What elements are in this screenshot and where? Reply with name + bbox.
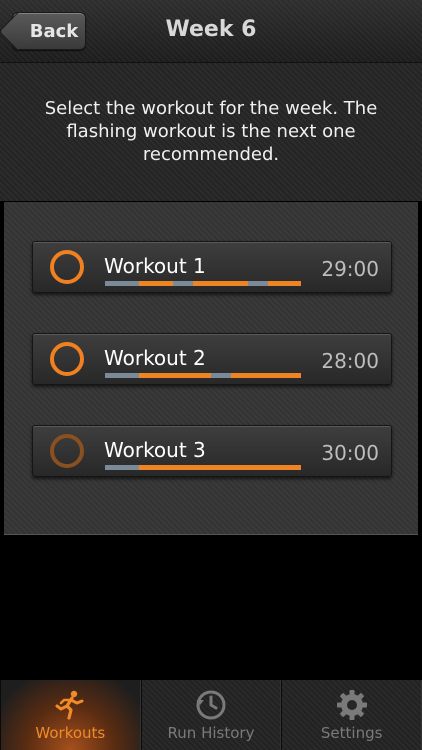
walk-segment [105, 281, 139, 286]
workout-status-ring-icon [50, 434, 84, 468]
walk-segment [105, 465, 139, 470]
intro-text: Select the workout for the week. The fla… [44, 98, 378, 165]
tab-label: Run History [167, 724, 255, 742]
workout-name: Workout 1 [104, 254, 206, 278]
run-segment [231, 373, 301, 378]
walk-segment [105, 373, 139, 378]
tab-workouts[interactable]: Workouts [0, 680, 141, 750]
run-segment [139, 465, 301, 470]
run-segment [268, 281, 301, 286]
workout-status-ring-icon [50, 342, 84, 376]
run-segment [139, 373, 211, 378]
gear-icon [336, 690, 367, 720]
walk-segment [173, 281, 193, 286]
tab-bar: Workouts Run History Settings [0, 680, 422, 750]
workout-card-2[interactable]: Workout 2 28:00 [32, 333, 392, 385]
history-clock-icon [196, 690, 226, 720]
workout-duration: 28:00 [321, 349, 379, 373]
workout-name: Workout 3 [104, 438, 206, 462]
tab-run-history[interactable]: Run History [140, 680, 282, 750]
tab-label: Settings [320, 724, 383, 742]
back-button-label: Back [29, 20, 79, 42]
workout-interval-bar [105, 373, 301, 378]
tab-label: Workouts [35, 724, 106, 742]
workout-card-1[interactable]: Workout 1 29:00 [32, 241, 392, 293]
workout-card-3[interactable]: Workout 3 30:00 [32, 425, 392, 477]
run-segment [139, 281, 173, 286]
workout-status-ring-icon [50, 250, 84, 284]
tab-settings[interactable]: Settings [281, 680, 422, 750]
run-segment [193, 281, 248, 286]
walk-segment [248, 281, 268, 286]
nav-header: Back Week 6 [0, 0, 422, 63]
workout-duration: 29:00 [321, 257, 379, 281]
workout-duration: 30:00 [321, 441, 379, 465]
workout-list: Workout 1 29:00 Workout 2 28:00 Workout … [4, 202, 418, 535]
workout-name: Workout 2 [104, 346, 206, 370]
workout-interval-bar [105, 465, 301, 470]
workout-interval-bar [105, 281, 301, 286]
intro-section: Select the workout for the week. The fla… [0, 63, 422, 201]
walk-segment [211, 373, 231, 378]
runner-icon [55, 690, 84, 720]
